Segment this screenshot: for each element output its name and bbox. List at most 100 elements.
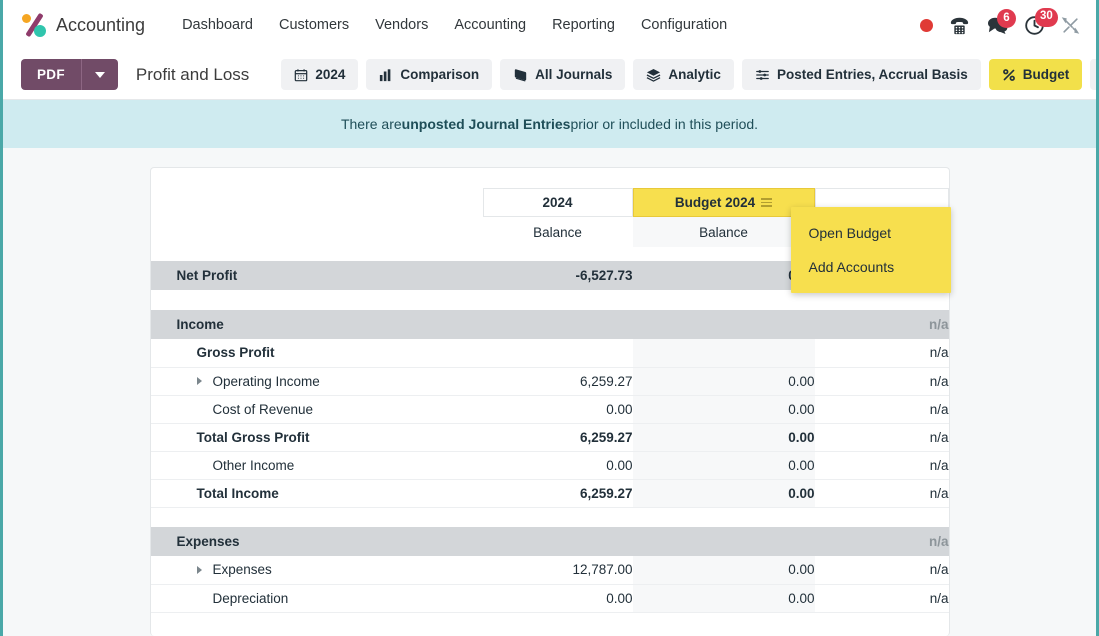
- bar-chart-icon: [379, 68, 393, 82]
- filter-posted-entries-accrual[interactable]: Posted Entries, Accrual Basis: [742, 59, 981, 90]
- main-menu: Dashboard Customers Vendors Accounting R…: [169, 11, 740, 39]
- row-label: Other Income: [213, 458, 295, 473]
- filter-analytic[interactable]: Analytic: [633, 59, 734, 90]
- filter-comparison[interactable]: Comparison: [366, 59, 492, 90]
- cell-value-budget: [633, 339, 815, 367]
- row-label: Gross Profit: [197, 345, 275, 360]
- column-header-2024[interactable]: 2024: [483, 188, 633, 217]
- table-row[interactable]: Total Income 6,259.270.00n/a: [151, 479, 949, 507]
- menu-item-reporting[interactable]: Reporting: [539, 11, 628, 39]
- messages-icon[interactable]: 6: [986, 16, 1008, 34]
- row-label-cell: Total Income: [151, 479, 483, 507]
- table-row[interactable]: Expensesn/a: [151, 527, 949, 556]
- report-card: 2024 Budget 2024: [150, 167, 950, 636]
- unposted-entries-alert: There are unposted Journal Entries prior…: [3, 100, 1096, 148]
- pdf-dropdown-button[interactable]: [81, 59, 118, 90]
- cell-value-budget: 0.00: [633, 556, 815, 584]
- table-body: Net Profit-6,527.730.00n/aIncomen/aGross…: [151, 261, 949, 612]
- table-row[interactable]: Other Income0.000.00n/a: [151, 451, 949, 479]
- table-row[interactable]: Operating Income6,259.270.00n/a: [151, 367, 949, 395]
- cell-value-third: n/a: [815, 339, 949, 367]
- hamburger-icon[interactable]: [761, 198, 772, 207]
- sliders-icon: [755, 68, 770, 82]
- activities-badge: 30: [1035, 8, 1058, 27]
- cell-value-budget: 0.00: [633, 395, 815, 423]
- cell-value-2024: 0.00: [483, 584, 633, 612]
- header-spacer: [151, 188, 483, 217]
- pdf-button[interactable]: PDF: [21, 59, 81, 90]
- cell-value-2024: 6,259.27: [483, 479, 633, 507]
- cell-value-third: n/a: [815, 395, 949, 423]
- table-row[interactable]: Total Gross Profit6,259.270.00n/a: [151, 423, 949, 451]
- table-row[interactable]: Depreciation0.000.00n/a: [151, 584, 949, 612]
- row-label: Total Income: [197, 486, 279, 501]
- row-label: Operating Income: [213, 374, 320, 389]
- control-panel: PDF Profit and Loss 2024: [3, 50, 1096, 100]
- cell-value-budget: 0.00: [633, 423, 815, 451]
- table-row[interactable]: Cost of Revenue0.000.00n/a: [151, 395, 949, 423]
- alert-suffix: prior or included in this period.: [570, 116, 758, 132]
- cell-value-2024: 6,259.27: [483, 367, 633, 395]
- budget-context-menu: Open Budget Add Accounts: [791, 207, 951, 293]
- menu-item-customers[interactable]: Customers: [266, 11, 362, 39]
- cell-value-budget: 0.00: [633, 479, 815, 507]
- cell-value-2024: [483, 310, 633, 339]
- column-header-budget-2024[interactable]: Budget 2024: [633, 188, 815, 217]
- cell-value-third: n/a: [815, 310, 949, 339]
- cell-value-third: n/a: [815, 527, 949, 556]
- row-label-cell: Gross Profit: [151, 339, 483, 367]
- top-navbar: Accounting Dashboard Customers Vendors A…: [3, 0, 1096, 50]
- table-gap-row: [151, 507, 949, 527]
- table-row[interactable]: Expenses12,787.000.00n/a: [151, 556, 949, 584]
- alert-emphasis[interactable]: unposted Journal Entries: [402, 116, 571, 132]
- menu-item-add-accounts[interactable]: Add Accounts: [791, 250, 951, 284]
- menu-item-accounting[interactable]: Accounting: [441, 11, 539, 39]
- row-label: Income: [177, 317, 224, 332]
- odoo-logo-icon: [21, 12, 47, 38]
- row-label-cell: Expenses: [151, 556, 483, 584]
- filter-all-journals[interactable]: All Journals: [500, 59, 625, 90]
- column-title: Budget 2024: [675, 195, 755, 210]
- cell-value-budget: [633, 527, 815, 556]
- cell-value-budget: 0.00: [633, 261, 815, 290]
- filter-label: Analytic: [668, 67, 721, 82]
- percent-icon: [1002, 68, 1016, 82]
- cell-value-third: n/a: [815, 556, 949, 584]
- table-row[interactable]: Income n/a: [151, 310, 949, 339]
- row-label-cell: Other Income: [151, 451, 483, 479]
- phone-icon[interactable]: [949, 16, 970, 35]
- column-title: 2024: [542, 195, 572, 210]
- report-area: 2024 Budget 2024: [3, 148, 1096, 636]
- chevron-right-icon: [197, 566, 202, 574]
- cell-value-budget: 0.00: [633, 451, 815, 479]
- app-name[interactable]: Accounting: [56, 15, 145, 36]
- app-window: Accounting Dashboard Customers Vendors A…: [0, 0, 1099, 636]
- filter-currency[interactable]: In .$: [1090, 59, 1099, 90]
- cell-value-2024: [483, 527, 633, 556]
- activities-clock-icon[interactable]: 30: [1024, 15, 1045, 36]
- expand-toggle[interactable]: [197, 566, 213, 574]
- expand-toggle[interactable]: [197, 377, 213, 385]
- subheader-balance-2024: Balance: [483, 217, 633, 247]
- cell-value-third: n/a: [815, 584, 949, 612]
- cell-value-2024: [483, 339, 633, 367]
- row-label-cell: Total Gross Profit: [151, 423, 483, 451]
- table-row[interactable]: Gross Profit n/a: [151, 339, 949, 367]
- row-label: Net Profit: [177, 268, 238, 283]
- filter-label: 2024: [315, 67, 345, 82]
- chevron-right-icon: [197, 377, 202, 385]
- menu-item-dashboard[interactable]: Dashboard: [169, 11, 266, 39]
- cell-value-2024: 0.00: [483, 395, 633, 423]
- subheader-balance-budget: Balance: [633, 217, 815, 247]
- filter-date-2024[interactable]: 2024: [281, 59, 358, 90]
- filter-label: Posted Entries, Accrual Basis: [777, 67, 968, 82]
- layers-icon: [646, 68, 661, 82]
- pdf-button-group: PDF: [21, 59, 118, 90]
- menu-item-open-budget[interactable]: Open Budget: [791, 216, 951, 250]
- menu-item-configuration[interactable]: Configuration: [628, 11, 740, 39]
- filter-label: All Journals: [535, 67, 612, 82]
- menu-item-vendors[interactable]: Vendors: [362, 11, 441, 39]
- developer-tools-icon[interactable]: [1061, 16, 1080, 35]
- filter-budget[interactable]: Budget: [989, 59, 1083, 90]
- cell-value-third: n/a: [815, 479, 949, 507]
